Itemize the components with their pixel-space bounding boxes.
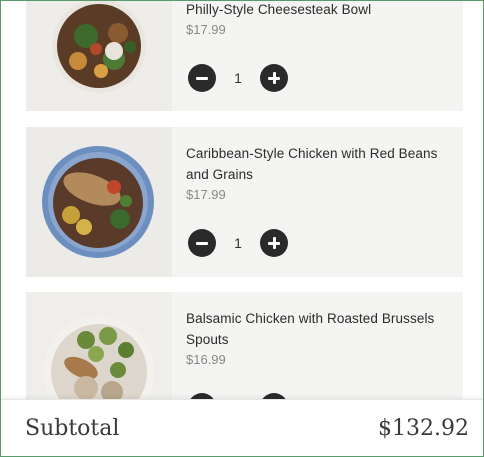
app-frame: Philly-Style Cheesesteak Bowl $17.99 1 C… <box>0 0 484 457</box>
cart-item-balsamic-chicken: Balsamic Chicken with Roasted Brussels S… <box>26 292 463 399</box>
plus-icon[interactable] <box>260 229 288 257</box>
quantity-value: 1 <box>234 235 242 251</box>
item-name: Caribbean-Style Chicken with Red Beans a… <box>186 146 438 182</box>
quantity-stepper[interactable]: 1 <box>188 64 288 92</box>
item-info: Caribbean-Style Chicken with Red Beans a… <box>186 143 451 202</box>
item-info: Balsamic Chicken with Roasted Brussels S… <box>186 308 451 367</box>
subtotal-value: $132.92 <box>378 416 469 441</box>
balsamic-chicken-bowl-photo <box>26 292 172 399</box>
plus-icon[interactable] <box>260 64 288 92</box>
cart-item-caribbean-chicken: Caribbean-Style Chicken with Red Beans a… <box>26 127 463 277</box>
subtotal-label: Subtotal <box>25 416 120 441</box>
subtotal-bar: Subtotal $132.92 <box>1 399 483 456</box>
item-price: $17.99 <box>186 187 226 202</box>
item-price: $17.99 <box>186 22 226 37</box>
minus-icon[interactable] <box>188 229 216 257</box>
quantity-value: 1 <box>234 70 242 86</box>
item-name: Philly-Style Cheesesteak Bowl <box>186 2 372 17</box>
cheesesteak-bowl-photo <box>26 1 172 111</box>
item-price: $16.99 <box>186 352 226 367</box>
quantity-stepper[interactable]: 1 <box>188 229 288 257</box>
item-name: Balsamic Chicken with Roasted Brussels S… <box>186 311 435 347</box>
caribbean-chicken-bowl-photo <box>26 127 172 277</box>
item-info: Philly-Style Cheesesteak Bowl $17.99 <box>186 1 451 37</box>
cart-item-cheesesteak-bowl: Philly-Style Cheesesteak Bowl $17.99 1 <box>26 1 463 111</box>
minus-icon[interactable] <box>188 64 216 92</box>
cart-item-list[interactable]: Philly-Style Cheesesteak Bowl $17.99 1 C… <box>1 1 483 399</box>
